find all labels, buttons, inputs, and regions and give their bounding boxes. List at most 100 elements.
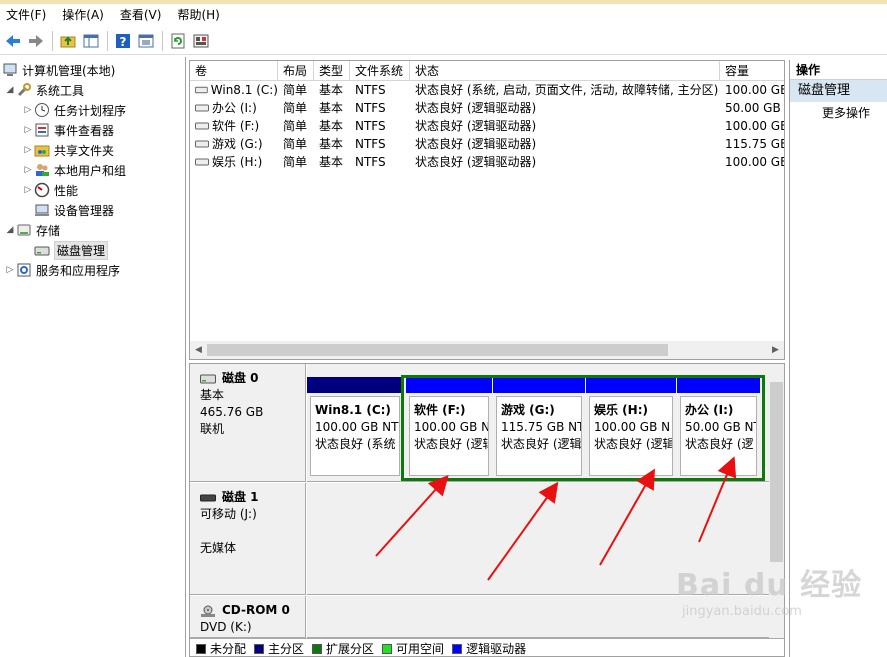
disk-0-label[interactable]: 磁盘 0 基本 465.76 GB 联机 xyxy=(190,364,306,482)
menu-action[interactable]: 操作(A) xyxy=(56,4,110,27)
disk-settings-icon xyxy=(193,34,209,47)
volume-type: 基本 xyxy=(319,155,344,169)
tree-label: 磁盘管理 xyxy=(54,240,109,260)
disk-1-label[interactable]: 磁盘 1 可移动 (J:) 无媒体 xyxy=(190,483,306,595)
volume-list-header: 卷 布局 类型 文件系统 状态 容量 xyxy=(190,61,784,81)
table-row[interactable]: 软件 (F:) 简单 基本 NTFS 状态良好 (逻辑驱动器) 100.00 G… xyxy=(190,117,784,135)
scrollbar-thumb[interactable] xyxy=(770,382,783,562)
legend-label: 可用空间 xyxy=(396,642,445,656)
toolbar-separator xyxy=(107,30,108,51)
expand-arrow-icon[interactable]: ▷ xyxy=(22,165,34,175)
table-row[interactable]: 办公 (I:) 简单 基本 NTFS 状态良好 (逻辑驱动器) 50.00 GB xyxy=(190,99,784,117)
volume-name: 游戏 (G:) xyxy=(212,137,263,151)
menu-view[interactable]: 查看(V) xyxy=(114,4,168,27)
table-row[interactable]: 娱乐 (H:) 简单 基本 NTFS 状态良好 (逻辑驱动器) 100.00 G… xyxy=(190,153,784,171)
column-header-capacity[interactable]: 容量 xyxy=(720,61,784,81)
tree-item-task-scheduler[interactable]: ▷ 任务计划程序 xyxy=(22,100,126,120)
partition-status: 状态良好 (系统 xyxy=(315,437,396,451)
tree-item-disk-management[interactable]: 磁盘管理 xyxy=(34,240,109,260)
tree-label: 系统工具 xyxy=(36,83,85,98)
tree-item-event-viewer[interactable]: ▷ 事件查看器 xyxy=(22,120,114,140)
disk-state: 联机 xyxy=(200,422,225,436)
show-hide-tree-button[interactable] xyxy=(80,30,102,52)
disk-0-partitions: Win8.1 (C:) 100.00 GB NT 状态良好 (系统 软件 (F:… xyxy=(307,364,769,482)
toolbar: ? xyxy=(0,27,887,55)
column-header-status[interactable]: 状态 xyxy=(410,61,720,81)
partition-c[interactable]: Win8.1 (C:) 100.00 GB NT 状态良好 (系统 xyxy=(307,377,403,479)
primary-partition-bar xyxy=(307,377,403,393)
tree-item-device-manager[interactable]: 设备管理器 xyxy=(34,200,114,220)
device-manager-icon xyxy=(34,202,50,218)
expand-arrow-icon[interactable]: ▷ xyxy=(22,145,34,155)
actions-section-disk-management[interactable]: 磁盘管理 xyxy=(790,80,887,102)
expand-arrow-icon[interactable]: ▷ xyxy=(22,185,34,195)
table-row[interactable]: 游戏 (G:) 简单 基本 NTFS 状态良好 (逻辑驱动器) 115.75 G… xyxy=(190,135,784,153)
volume-type: 基本 xyxy=(319,101,344,115)
legend-item: 主分区 xyxy=(254,640,304,656)
tree-item-services-apps[interactable]: ▷ 服务和应用程序 xyxy=(4,260,120,280)
collapse-arrow-icon[interactable]: ◢ xyxy=(4,85,16,95)
tree-item-system-tools[interactable]: ◢ 系统工具 xyxy=(4,80,84,100)
scrollbar-thumb[interactable] xyxy=(207,344,668,356)
tree-item-performance[interactable]: ▷ 性能 xyxy=(22,180,78,200)
volume-status: 状态良好 (逻辑驱动器) xyxy=(415,101,537,115)
volume-type: 基本 xyxy=(319,83,344,97)
disk-kind: DVD (K:) xyxy=(200,620,252,634)
folder-up-icon xyxy=(60,36,76,47)
refresh-button[interactable] xyxy=(167,30,189,52)
legend-item: 扩展分区 xyxy=(312,640,375,656)
tree-item-computer-management[interactable]: 计算机管理(本地) xyxy=(2,60,115,80)
refresh-icon xyxy=(171,33,185,48)
legend-swatch xyxy=(312,643,323,654)
properties-button[interactable] xyxy=(135,30,157,52)
table-row[interactable]: Win8.1 (C:) 简单 基本 NTFS 状态良好 (系统, 启动, 页面文… xyxy=(190,81,784,99)
scroll-left-icon[interactable]: ◀ xyxy=(190,341,207,359)
help-icon: ? xyxy=(116,33,130,49)
computer-management-icon xyxy=(2,62,18,78)
column-header-type[interactable]: 类型 xyxy=(314,61,350,81)
volume-type: 基本 xyxy=(319,119,344,133)
scroll-right-icon[interactable]: ▶ xyxy=(767,341,784,359)
drive-icon xyxy=(195,86,208,94)
horizontal-scrollbar[interactable]: ◀ ▶ xyxy=(190,341,784,359)
disk-settings-button[interactable] xyxy=(190,30,212,52)
volume-layout: 简单 xyxy=(283,119,308,133)
help-button[interactable]: ? xyxy=(112,30,134,52)
forward-arrow-icon xyxy=(29,34,43,47)
hard-disk-icon xyxy=(200,374,216,383)
volume-layout: 简单 xyxy=(283,101,308,115)
shared-folder-icon xyxy=(34,142,50,158)
column-header-filesystem[interactable]: 文件系统 xyxy=(350,61,410,81)
forward-button[interactable] xyxy=(25,30,47,52)
drive-icon xyxy=(195,122,209,130)
expand-arrow-icon[interactable]: ▷ xyxy=(22,105,34,115)
column-header-layout[interactable]: 布局 xyxy=(278,61,314,81)
legend-swatch xyxy=(254,643,265,654)
removable-disk-icon xyxy=(200,494,216,501)
toolbar-separator xyxy=(52,30,53,51)
legend: 未分配 主分区 扩展分区 可用空间 逻辑驱动器 xyxy=(190,638,784,656)
expand-arrow-icon[interactable]: ▷ xyxy=(22,125,34,135)
volume-layout: 简单 xyxy=(283,137,308,151)
legend-label: 扩展分区 xyxy=(326,642,375,656)
svg-text:?: ? xyxy=(120,35,127,49)
expand-arrow-icon[interactable]: ▷ xyxy=(4,265,16,275)
volume-capacity: 100.00 GB xyxy=(725,83,784,97)
collapse-arrow-icon[interactable]: ◢ xyxy=(4,225,16,235)
tree-item-local-users[interactable]: ▷ 本地用户和组 xyxy=(22,160,126,180)
tree-item-shared-folders[interactable]: ▷ 共享文件夹 xyxy=(22,140,114,160)
toolbar-separator xyxy=(162,30,163,51)
menu-help[interactable]: 帮助(H) xyxy=(171,4,225,27)
volume-layout: 简单 xyxy=(283,155,308,169)
more-actions-link[interactable]: 更多操作 xyxy=(790,102,887,124)
back-button[interactable] xyxy=(2,30,24,52)
tree-item-storage[interactable]: ◢ 存储 xyxy=(4,220,60,240)
volume-name: 软件 (F:) xyxy=(212,119,260,133)
volume-filesystem: NTFS xyxy=(355,83,386,97)
up-folder-button[interactable] xyxy=(57,30,79,52)
cdrom-0-label[interactable]: CD-ROM 0 DVD (K:) xyxy=(190,596,306,638)
drive-icon xyxy=(195,140,209,148)
menu-file[interactable]: 文件(F) xyxy=(0,4,52,27)
column-header-volume[interactable]: 卷 xyxy=(190,61,278,81)
volume-capacity: 100.00 GB xyxy=(725,119,784,133)
